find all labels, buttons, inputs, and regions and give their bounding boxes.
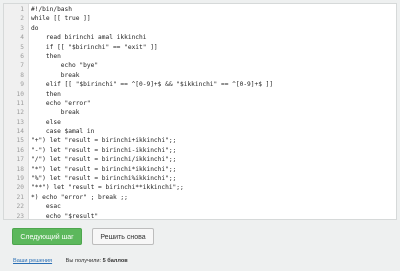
code-text: read birinchi amal ikkinchi (31, 34, 147, 42)
code-text: do (31, 24, 39, 32)
line-number: 14 (16, 128, 24, 136)
line-number: 4 (20, 34, 24, 42)
code-line: 7 echo "bye" (4, 61, 396, 70)
code-line: 6 then (4, 52, 396, 61)
code-line: 8 break (4, 71, 396, 80)
line-number: 15 (16, 137, 24, 145)
code-line: 16 "-") let "result = birinchi-ikkinchi";… (4, 146, 396, 155)
code-text: "%") let "result = birinchi%ikkinchi";; (31, 175, 177, 183)
line-number: 8 (20, 71, 24, 79)
your-solutions-link[interactable]: Ваши решения (13, 258, 52, 264)
code-line: 22 esac (4, 202, 396, 211)
result-footer: Ваши решения Вы получили: 5 баллов (13, 258, 128, 264)
code-text: elif [[ "$birinchi" == ^[0-9]+$ && "$ikk… (31, 81, 274, 89)
code-text: echo "error" (31, 99, 91, 107)
line-number: 1 (20, 6, 24, 13)
line-number: 5 (20, 43, 24, 51)
code-text: esac (31, 203, 61, 211)
line-number: 12 (16, 109, 24, 117)
solve-again-button[interactable]: Решить снова (92, 228, 154, 245)
code-text: #!/bin/bash (31, 6, 72, 13)
code-text: else (31, 118, 61, 126)
code-line: 19 "%") let "result = birinchi%ikkinchi";… (4, 174, 396, 183)
code-line: 4 read birinchi amal ikkinchi (4, 33, 396, 42)
line-number: 3 (20, 24, 24, 32)
line-number: 10 (16, 90, 24, 98)
code-text: then (31, 52, 61, 60)
code-line: 21 *) echo "error" ; break ;; (4, 193, 396, 202)
code-text: echo "bye" (31, 62, 99, 70)
line-number: 23 (16, 212, 24, 220)
line-number: 18 (16, 165, 24, 173)
code-line: 13 else (4, 118, 396, 127)
line-number: 7 (20, 62, 24, 70)
code-text: "*") let "result = birinchi*ikkinchi";; (31, 165, 177, 173)
code-text: if [[ "$birinchi" == "exit" ]] (31, 43, 158, 51)
line-number: 20 (16, 184, 24, 192)
code-text: while [[ true ]] (31, 15, 91, 23)
code-text: "/") let "result = birinchi/ikkinchi";; (31, 156, 177, 164)
line-number: 16 (16, 146, 24, 154)
code-line: 23 echo "$result" (4, 212, 396, 220)
line-number: 6 (20, 52, 24, 60)
line-number: 13 (16, 118, 24, 126)
line-number: 22 (16, 203, 24, 211)
next-step-button[interactable]: Следующий шаг (12, 228, 82, 245)
code-line: 20 "**") let "result = birinchi**ikkinchi… (4, 183, 396, 192)
code-line: 9 elif [[ "$birinchi" == ^[0-9]+$ && "$i… (4, 80, 396, 89)
line-number: 17 (16, 156, 24, 164)
code-text: case $amal in (31, 128, 95, 136)
code-text: "+") let "result = birinchi+ikkinchi";; (31, 137, 177, 145)
line-number: 19 (16, 175, 24, 183)
code-text: "-") let "result = birinchi-ikkinchi";; (31, 146, 177, 154)
code-editor[interactable]: 1 #!/bin/bash 2 while [[ true ]] 3 do 4 read b… (3, 3, 397, 220)
code-line: 5 if [[ "$birinchi" == "exit" ]] (4, 43, 396, 52)
code-line: 14 case $amal in (4, 127, 396, 136)
code-line: 3 do (4, 24, 396, 33)
code-text: break (31, 109, 80, 117)
code-line: 2 while [[ true ]] (4, 14, 396, 23)
code-line: 17 "/") let "result = birinchi/ikkinchi";… (4, 155, 396, 164)
score-value: 5 баллов (102, 258, 128, 264)
code-text: *) echo "error" ; break ;; (31, 193, 128, 201)
code-line: 12 break (4, 108, 396, 117)
code-text: break (31, 71, 80, 79)
code-line: 18 "*") let "result = birinchi*ikkinchi";… (4, 165, 396, 174)
code-text: echo "$result" (31, 212, 99, 220)
code-line: 15 "+") let "result = birinchi+ikkinchi";… (4, 136, 396, 145)
line-number: 11 (16, 99, 24, 107)
score-prefix: Вы получили: (65, 258, 102, 264)
code-text: "**") let "result = birinchi**ikkinchi";… (31, 184, 184, 192)
line-number: 2 (20, 15, 24, 23)
code-lines: 1 #!/bin/bash 2 while [[ true ]] 3 do 4 read b… (4, 5, 396, 220)
code-line: 10 then (4, 90, 396, 99)
line-number: 21 (16, 193, 24, 201)
code-text: then (31, 90, 61, 98)
line-number: 9 (20, 81, 24, 89)
code-line: 1 #!/bin/bash (4, 5, 396, 14)
code-line: 11 echo "error" (4, 99, 396, 108)
